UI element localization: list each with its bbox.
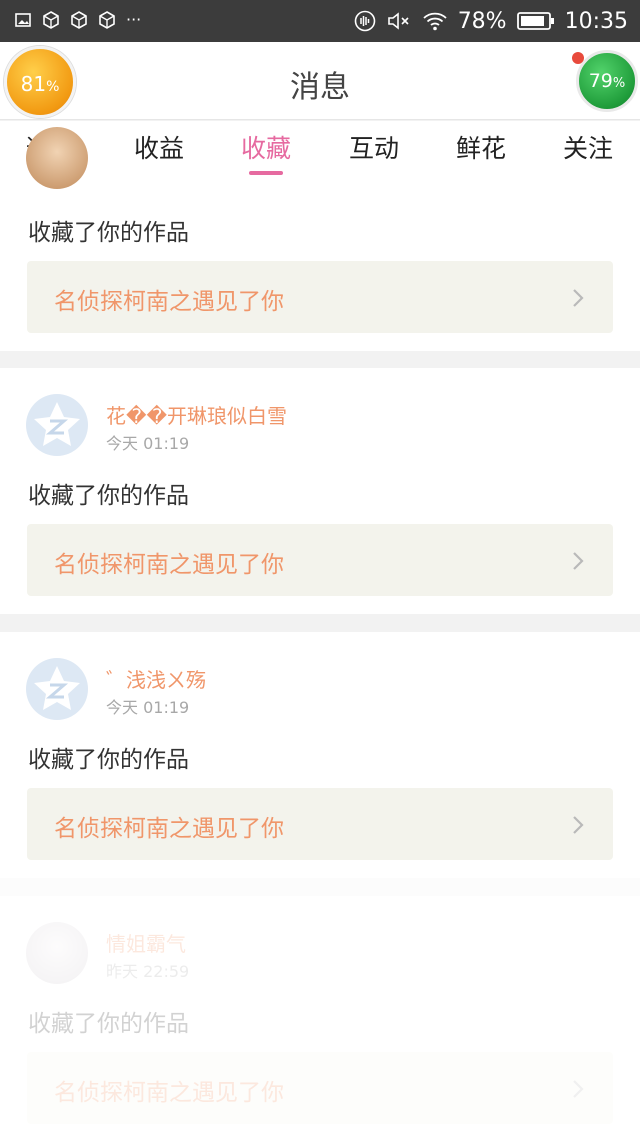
work-title: 名侦探柯南之遇见了你 <box>54 816 284 842</box>
list-item[interactable]: 情姐霸气 昨天 22:59 收藏了你的作品 名侦探柯南之遇见了你 <box>0 896 640 1138</box>
list-item[interactable]: ゛浅浅ㄨ殇 今天 01:19 收藏了你的作品 名侦探柯南之遇见了你 <box>0 632 640 878</box>
chevron-right-icon <box>573 552 584 570</box>
tab-earnings[interactable]: 收益 <box>119 129 199 165</box>
mute-icon <box>387 12 409 30</box>
qzone-star-icon <box>34 666 80 710</box>
overflow-dots: ··· <box>126 10 142 29</box>
qzone-star-icon <box>34 402 80 446</box>
notification-icons: ··· <box>14 11 141 29</box>
action-text: 收藏了你的作品 <box>28 483 189 509</box>
active-tab-indicator <box>249 171 283 175</box>
action-text: 收藏了你的作品 <box>28 1011 189 1037</box>
package-icon <box>43 11 59 29</box>
avatar[interactable] <box>26 658 88 720</box>
header: 81% 消息 79% <box>0 42 640 120</box>
work-title: 名侦探柯南之遇见了你 <box>54 1080 284 1106</box>
tab-following[interactable]: 关注 <box>548 129 628 165</box>
tab-flowers[interactable]: 鲜花 <box>441 129 521 165</box>
list-item[interactable]: 收藏了你的作品 名侦探柯南之遇见了你 <box>0 127 640 351</box>
vibrate-icon <box>354 10 375 32</box>
right-percent-badge[interactable]: 79% <box>576 50 638 112</box>
action-text: 收藏了你的作品 <box>28 220 189 246</box>
username[interactable]: 情姐霸气 <box>106 928 186 957</box>
timestamp: 今天 01:19 <box>106 698 190 717</box>
avatar[interactable] <box>26 922 88 984</box>
work-title: 名侦探柯南之遇见了你 <box>54 552 284 578</box>
timestamp: 昨天 22:59 <box>106 962 190 981</box>
tab-bar: 通知 收益 收藏 互动 鲜花 关注 <box>0 121 640 177</box>
avatar[interactable] <box>26 394 88 456</box>
username[interactable]: 花��开琳琅似白雪 <box>106 400 287 429</box>
work-link[interactable]: 名侦探柯南之遇见了你 <box>27 524 613 596</box>
right-badge-value: 79 <box>588 70 613 92</box>
username[interactable]: ゛浅浅ㄨ殇 <box>106 664 206 693</box>
work-link[interactable]: 名侦探柯南之遇见了你 <box>27 261 613 333</box>
timestamp: 今天 01:19 <box>106 434 190 453</box>
avatar[interactable] <box>26 127 88 189</box>
image-icon <box>15 13 31 27</box>
work-link[interactable]: 名侦探柯南之遇见了你 <box>27 788 613 860</box>
wifi-icon <box>423 12 447 31</box>
chevron-right-icon <box>573 816 584 834</box>
status-bar: ··· 78% 10:35 <box>0 0 640 42</box>
battery-icon <box>516 12 554 30</box>
package-icon <box>71 11 87 29</box>
chevron-right-icon <box>573 1080 584 1098</box>
work-title: 名侦探柯南之遇见了你 <box>54 289 284 315</box>
package-icon <box>99 11 115 29</box>
work-link[interactable]: 名侦探柯南之遇见了你 <box>27 1052 613 1124</box>
action-text: 收藏了你的作品 <box>28 747 189 773</box>
tab-favorites[interactable]: 收藏 <box>226 129 306 165</box>
page-title: 消息 <box>290 70 350 105</box>
clock: 10:35 <box>564 8 628 34</box>
right-badge-unit: % <box>612 76 626 91</box>
list-item[interactable]: 花��开琳琅似白雪 今天 01:19 收藏了你的作品 名侦探柯南之遇见了你 <box>0 368 640 614</box>
chevron-right-icon <box>573 289 584 307</box>
tab-interactions[interactable]: 互动 <box>334 129 414 165</box>
battery-percent: 78% <box>457 8 507 34</box>
